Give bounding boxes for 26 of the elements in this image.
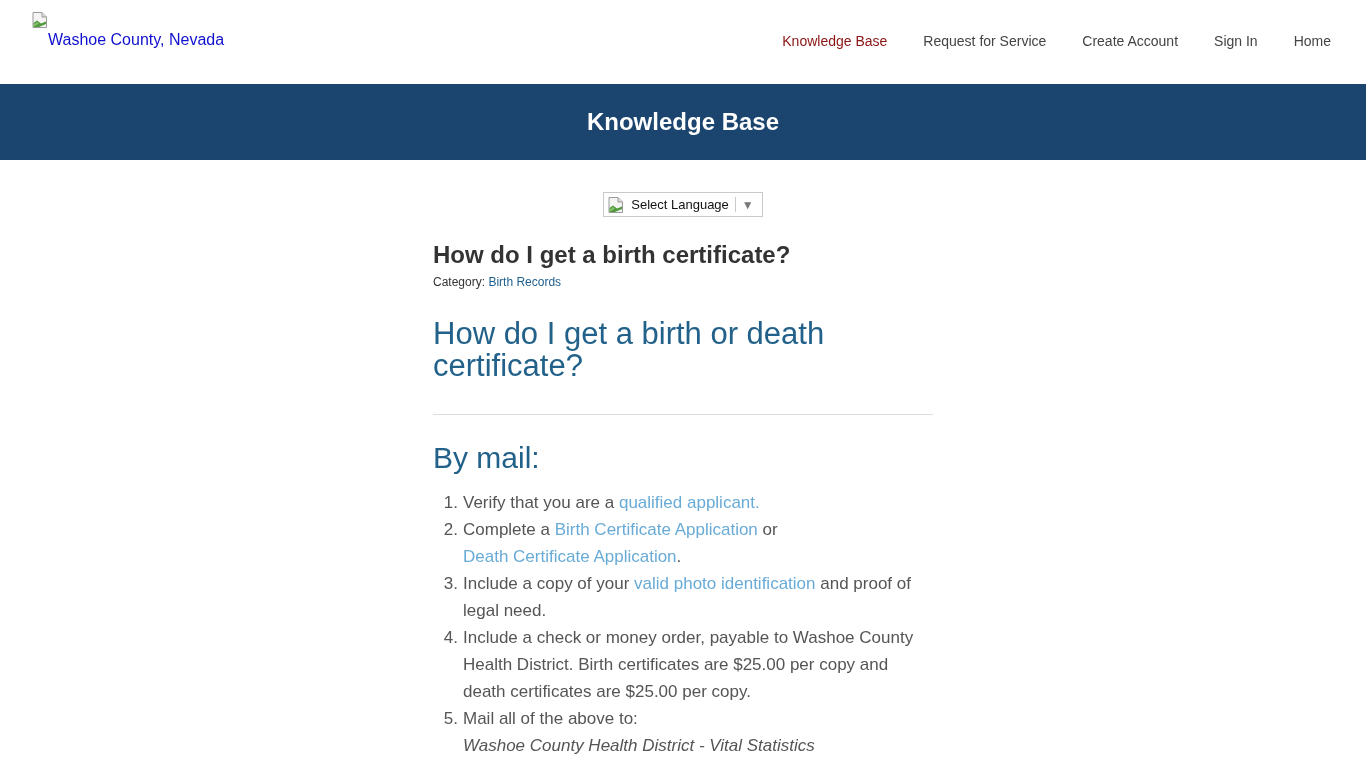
- list-number: 4.: [442, 627, 459, 649]
- broken-image-icon: [32, 12, 48, 28]
- list-number: 2.: [442, 519, 459, 541]
- nav-link[interactable]: Create Account: [1064, 31, 1197, 51]
- content-heading: How do I get a birth or death certificate?: [433, 318, 826, 382]
- step-text: Complete a Birth Certificate Application or Death Certificate Application.: [463, 519, 779, 568]
- category-line: Category: Birth Records: [433, 274, 563, 290]
- nav-link[interactable]: Knowledge Base: [764, 31, 906, 51]
- list-number: 3.: [442, 573, 459, 595]
- article-title: How do I get a birth certificate?: [433, 241, 792, 269]
- category-link[interactable]: Birth Records: [488, 275, 562, 289]
- logo-link[interactable]: Washoe County, Nevada: [48, 30, 225, 50]
- list-number: 1.: [442, 492, 459, 514]
- list-number: 5.: [442, 708, 459, 730]
- step-text: Include a copy of your valid photo identification and proof of legal need.: [463, 573, 912, 622]
- language-select[interactable]: Select Language ▼: [603, 192, 763, 217]
- address-line: Washoe County Health District - Vital Statistics: [463, 735, 816, 757]
- nav-link[interactable]: Request for Service: [905, 31, 1065, 51]
- step-text: Verify that you are a qualified applicant.: [463, 492, 761, 514]
- step-text: Include a check or money order, payable to Washoe County Health District. Birth certificates are $25.00 per copy and death certificates are $25.00 per copy.: [463, 627, 915, 703]
- banner-title: Knowledge Base: [586, 107, 779, 137]
- nav-link[interactable]: Sign In: [1196, 31, 1276, 51]
- nav-link[interactable]: Home: [1275, 31, 1349, 51]
- step-text: Mail all of the above to:: [463, 708, 639, 730]
- section-heading: By mail:: [433, 441, 541, 475]
- broken-image-icon: [608, 196, 625, 213]
